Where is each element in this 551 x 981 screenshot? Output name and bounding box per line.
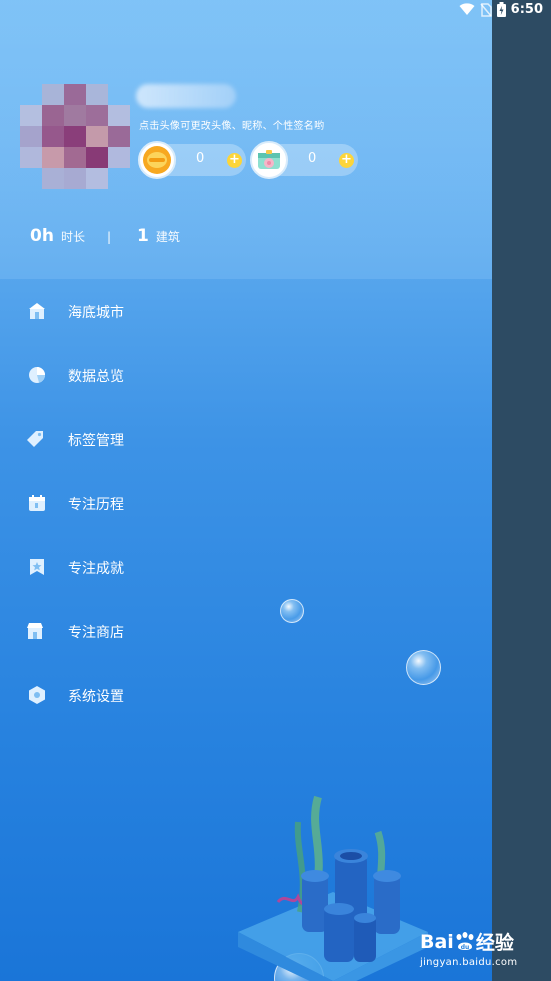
buildings-value: 1 — [137, 226, 149, 246]
no-sim-icon — [480, 2, 492, 17]
focus-stats: 0h 时长 | 1 建筑 — [30, 226, 180, 246]
coin-value: 0 — [196, 151, 205, 166]
menu-item-label: 系统设置 — [68, 689, 124, 705]
duration-label: 时长 — [60, 230, 85, 244]
menu-item-tag-management[interactable]: 标签管理 — [0, 407, 492, 471]
calendar-icon — [29, 495, 45, 511]
buildings-label: 建筑 — [155, 230, 180, 244]
bubble-decoration — [280, 599, 304, 623]
pie-chart-icon — [29, 367, 45, 383]
menu-item-label: 专注成就 — [68, 561, 124, 577]
watermark-url: jingyan.baidu.com — [420, 957, 518, 968]
building-icon — [29, 303, 45, 319]
profile-hint: 点击头像可更改头像、昵称、个性签名哟 — [139, 121, 325, 132]
add-coins-button[interactable]: + — [227, 153, 242, 168]
status-bar: 6:50 — [0, 0, 551, 22]
menu-item-focus-achievements[interactable]: 专注成就 — [0, 535, 492, 599]
treasure-chest-icon — [250, 141, 288, 179]
duration-value: 0h — [30, 226, 54, 246]
watermark-brand-left: Bai — [420, 930, 454, 953]
baidu-jingyan-watermark: Bai du 经验 jingyan.baidu.com — [420, 928, 518, 969]
coral-reef-illustration — [238, 795, 428, 981]
menu-item-label: 专注商店 — [68, 625, 124, 641]
background-scrim[interactable] — [492, 0, 551, 981]
paw-logo-icon: du — [456, 931, 474, 951]
wifi-icon — [459, 3, 475, 15]
menu-item-label: 专注历程 — [68, 497, 124, 513]
settings-hex-icon — [29, 686, 45, 704]
watermark-brand-right: 经验 — [475, 932, 514, 954]
nickname[interactable] — [136, 84, 236, 108]
coin-icon — [138, 141, 176, 179]
shell-value: 0 — [308, 151, 317, 166]
coin-balance[interactable]: 0 + — [138, 141, 246, 179]
menu-item-data-overview[interactable]: 数据总览 — [0, 343, 492, 407]
navigation-drawer: 点击头像可更改头像、昵称、个性签名哟 0 + 0 + 0h 时长 | 1 建筑 … — [0, 0, 492, 981]
status-time: 6:50 — [510, 2, 543, 17]
bookmark-star-icon — [30, 559, 44, 575]
bubble-decoration — [406, 650, 441, 685]
svg-text:du: du — [461, 944, 470, 951]
tag-icon — [27, 431, 43, 447]
stats-separator: | — [106, 230, 111, 244]
menu-item-ocean-city[interactable]: 海底城市 — [0, 279, 492, 343]
shell-balance[interactable]: 0 + — [250, 141, 358, 179]
menu-item-label: 数据总览 — [68, 369, 124, 385]
shop-icon — [27, 623, 43, 639]
menu-item-focus-history[interactable]: 专注历程 — [0, 471, 492, 535]
avatar[interactable] — [20, 84, 130, 189]
battery-icon — [496, 2, 506, 17]
add-shells-button[interactable]: + — [339, 153, 354, 168]
menu-item-label: 海底城市 — [68, 305, 124, 321]
menu-item-label: 标签管理 — [68, 433, 124, 449]
